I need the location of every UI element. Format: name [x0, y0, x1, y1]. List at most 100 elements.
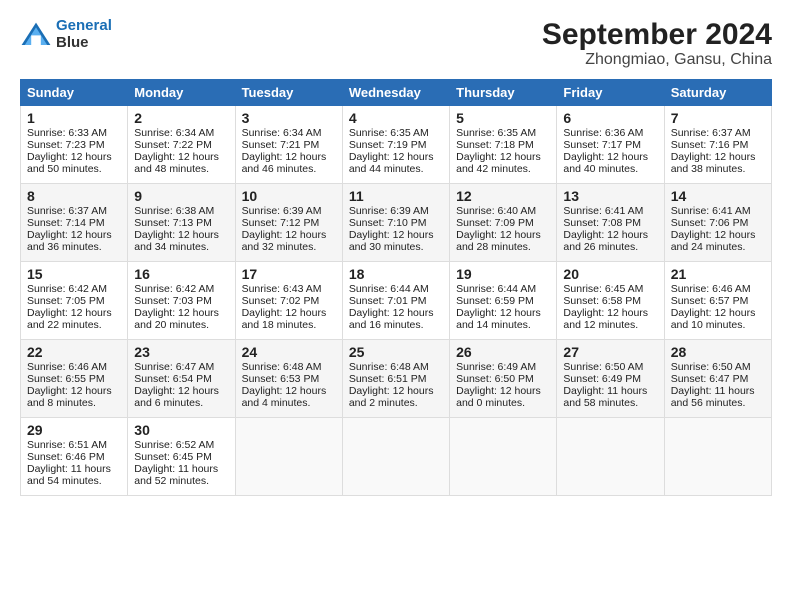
table-row: 22Sunrise: 6:46 AMSunset: 6:55 PMDayligh…: [21, 340, 128, 418]
sunset-label: Sunset: 7:16 PM: [671, 139, 749, 151]
day-number: 5: [456, 110, 550, 126]
sunrise-label: Sunrise: 6:46 AM: [671, 283, 751, 295]
table-row: 10Sunrise: 6:39 AMSunset: 7:12 PMDayligh…: [235, 184, 342, 262]
sunset-label: Sunset: 6:45 PM: [134, 451, 212, 463]
table-row: 18Sunrise: 6:44 AMSunset: 7:01 PMDayligh…: [342, 262, 449, 340]
day-number: 24: [242, 344, 336, 360]
sunrise-label: Sunrise: 6:39 AM: [242, 205, 322, 217]
table-row: 7Sunrise: 6:37 AMSunset: 7:16 PMDaylight…: [664, 106, 771, 184]
sunset-label: Sunset: 6:50 PM: [456, 373, 534, 385]
table-row: 6Sunrise: 6:36 AMSunset: 7:17 PMDaylight…: [557, 106, 664, 184]
daylight-label: Daylight: 12 hours and 36 minutes.: [27, 229, 112, 253]
sunset-label: Sunset: 7:02 PM: [242, 295, 320, 307]
sunrise-label: Sunrise: 6:45 AM: [563, 283, 643, 295]
logo-line1: General: [56, 17, 112, 34]
daylight-label: Daylight: 12 hours and 22 minutes.: [27, 307, 112, 331]
day-number: 23: [134, 344, 228, 360]
daylight-label: Daylight: 12 hours and 24 minutes.: [671, 229, 756, 253]
sunset-label: Sunset: 6:53 PM: [242, 373, 320, 385]
table-row: 27Sunrise: 6:50 AMSunset: 6:49 PMDayligh…: [557, 340, 664, 418]
daylight-label: Daylight: 12 hours and 14 minutes.: [456, 307, 541, 331]
daylight-label: Daylight: 12 hours and 42 minutes.: [456, 151, 541, 175]
sunrise-label: Sunrise: 6:39 AM: [349, 205, 429, 217]
table-row: 2Sunrise: 6:34 AMSunset: 7:22 PMDaylight…: [128, 106, 235, 184]
daylight-label: Daylight: 12 hours and 20 minutes.: [134, 307, 219, 331]
logo-text: General Blue: [56, 18, 112, 51]
day-number: 19: [456, 266, 550, 282]
day-number: 4: [349, 110, 443, 126]
sunrise-label: Sunrise: 6:49 AM: [456, 361, 536, 373]
calendar-row: 8Sunrise: 6:37 AMSunset: 7:14 PMDaylight…: [21, 184, 772, 262]
table-row: 8Sunrise: 6:37 AMSunset: 7:14 PMDaylight…: [21, 184, 128, 262]
daylight-label: Daylight: 12 hours and 44 minutes.: [349, 151, 434, 175]
title-block: September 2024 Zhongmiao, Gansu, China: [542, 18, 772, 69]
sunset-label: Sunset: 6:47 PM: [671, 373, 749, 385]
day-number: 7: [671, 110, 765, 126]
table-row: 9Sunrise: 6:38 AMSunset: 7:13 PMDaylight…: [128, 184, 235, 262]
sunrise-label: Sunrise: 6:35 AM: [349, 127, 429, 139]
sunrise-label: Sunrise: 6:34 AM: [242, 127, 322, 139]
table-row: [557, 418, 664, 496]
day-number: 9: [134, 188, 228, 204]
calendar-row: 1Sunrise: 6:33 AMSunset: 7:23 PMDaylight…: [21, 106, 772, 184]
daylight-label: Daylight: 11 hours and 54 minutes.: [27, 463, 111, 487]
sunrise-label: Sunrise: 6:47 AM: [134, 361, 214, 373]
sunrise-label: Sunrise: 6:36 AM: [563, 127, 643, 139]
sunrise-label: Sunrise: 6:44 AM: [349, 283, 429, 295]
sunset-label: Sunset: 6:49 PM: [563, 373, 641, 385]
sunset-label: Sunset: 7:03 PM: [134, 295, 212, 307]
header: General Blue September 2024 Zhongmiao, G…: [20, 18, 772, 69]
daylight-label: Daylight: 12 hours and 32 minutes.: [242, 229, 327, 253]
header-row: Sunday Monday Tuesday Wednesday Thursday…: [21, 80, 772, 106]
sunrise-label: Sunrise: 6:50 AM: [563, 361, 643, 373]
sunset-label: Sunset: 7:22 PM: [134, 139, 212, 151]
col-friday: Friday: [557, 80, 664, 106]
sunset-label: Sunset: 7:23 PM: [27, 139, 105, 151]
daylight-label: Daylight: 12 hours and 10 minutes.: [671, 307, 756, 331]
sunrise-label: Sunrise: 6:34 AM: [134, 127, 214, 139]
table-row: 1Sunrise: 6:33 AMSunset: 7:23 PMDaylight…: [21, 106, 128, 184]
day-number: 17: [242, 266, 336, 282]
table-row: 4Sunrise: 6:35 AMSunset: 7:19 PMDaylight…: [342, 106, 449, 184]
table-row: 26Sunrise: 6:49 AMSunset: 6:50 PMDayligh…: [450, 340, 557, 418]
day-number: 11: [349, 188, 443, 204]
day-number: 6: [563, 110, 657, 126]
day-number: 1: [27, 110, 121, 126]
daylight-label: Daylight: 12 hours and 2 minutes.: [349, 385, 434, 409]
table-row: [342, 418, 449, 496]
day-number: 27: [563, 344, 657, 360]
sunrise-label: Sunrise: 6:51 AM: [27, 439, 107, 451]
sunset-label: Sunset: 7:19 PM: [349, 139, 427, 151]
sunrise-label: Sunrise: 6:42 AM: [134, 283, 214, 295]
sunrise-label: Sunrise: 6:41 AM: [563, 205, 643, 217]
sunrise-label: Sunrise: 6:37 AM: [27, 205, 107, 217]
sunset-label: Sunset: 6:51 PM: [349, 373, 427, 385]
sunset-label: Sunset: 7:12 PM: [242, 217, 320, 229]
sunset-label: Sunset: 6:57 PM: [671, 295, 749, 307]
sunrise-label: Sunrise: 6:42 AM: [27, 283, 107, 295]
table-row: 19Sunrise: 6:44 AMSunset: 6:59 PMDayligh…: [450, 262, 557, 340]
daylight-label: Daylight: 12 hours and 30 minutes.: [349, 229, 434, 253]
daylight-label: Daylight: 11 hours and 58 minutes.: [563, 385, 647, 409]
sunrise-label: Sunrise: 6:40 AM: [456, 205, 536, 217]
daylight-label: Daylight: 12 hours and 40 minutes.: [563, 151, 648, 175]
table-row: 23Sunrise: 6:47 AMSunset: 6:54 PMDayligh…: [128, 340, 235, 418]
daylight-label: Daylight: 11 hours and 56 minutes.: [671, 385, 755, 409]
sunset-label: Sunset: 7:21 PM: [242, 139, 320, 151]
day-number: 25: [349, 344, 443, 360]
col-sunday: Sunday: [21, 80, 128, 106]
page-subtitle: Zhongmiao, Gansu, China: [542, 51, 772, 69]
sunset-label: Sunset: 7:08 PM: [563, 217, 641, 229]
day-number: 18: [349, 266, 443, 282]
day-number: 30: [134, 422, 228, 438]
calendar-row: 29Sunrise: 6:51 AMSunset: 6:46 PMDayligh…: [21, 418, 772, 496]
day-number: 26: [456, 344, 550, 360]
daylight-label: Daylight: 12 hours and 8 minutes.: [27, 385, 112, 409]
col-saturday: Saturday: [664, 80, 771, 106]
day-number: 14: [671, 188, 765, 204]
table-row: 12Sunrise: 6:40 AMSunset: 7:09 PMDayligh…: [450, 184, 557, 262]
table-row: 17Sunrise: 6:43 AMSunset: 7:02 PMDayligh…: [235, 262, 342, 340]
day-number: 2: [134, 110, 228, 126]
daylight-label: Daylight: 12 hours and 4 minutes.: [242, 385, 327, 409]
logo-line2: Blue: [56, 35, 112, 52]
